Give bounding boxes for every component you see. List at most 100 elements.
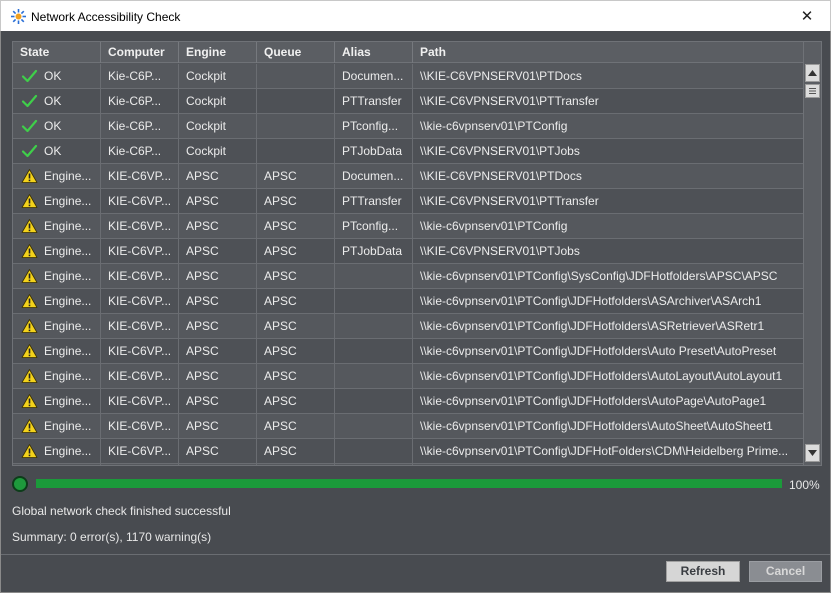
- cell-queue: [257, 89, 335, 113]
- arrow-down-icon: [808, 450, 817, 456]
- cell-computer: KIE-C6VP...: [101, 364, 179, 388]
- column-header-state[interactable]: State: [13, 42, 101, 63]
- cell-state: Engine...: [13, 189, 101, 213]
- cell-queue: APSC: [257, 364, 335, 388]
- cell-path: \\kie-c6vpnserv01\PTConfig\JDFHotfolders…: [420, 294, 762, 308]
- warning-icon: [21, 268, 38, 283]
- cell-state: Engine...: [13, 364, 101, 388]
- cell-engine: APSC: [179, 214, 257, 238]
- warning-icon: [21, 243, 38, 258]
- cell-computer: KIE-C6VP...: [101, 414, 179, 438]
- cell-engine: [179, 464, 257, 465]
- cell-computer: KIE-C6VP...: [101, 264, 179, 288]
- scroll-up-button[interactable]: [805, 64, 820, 82]
- table-row[interactable]: Engine... KIE-C6VP... APSC APSC PTJobData \\K…: [13, 239, 803, 264]
- cell-computer: Kie-C6P...: [101, 89, 179, 113]
- cell-computer: KIE-C6VP...: [101, 314, 179, 338]
- cell-alias: [335, 464, 413, 465]
- vertical-scrollbar[interactable]: [803, 42, 821, 465]
- table-row[interactable]: Engine... KIE-C6VP... APSC APSC \\kie-c6vpns…: [13, 314, 803, 339]
- cell-queue: [257, 114, 335, 138]
- table-row[interactable]: OK Kie-C6P... Cockpit PTJobData \\KIE-C6VPNS…: [13, 139, 803, 164]
- table-row[interactable]: Engine... KIE-C6VP... APSC APSC \\kie-c6vpns…: [13, 289, 803, 314]
- warning-icon: [21, 393, 38, 408]
- table-row[interactable]: Engine... KIE-C6VP... APSC APSC PTconfig... \…: [13, 214, 803, 239]
- column-header-queue[interactable]: Queue: [257, 42, 335, 63]
- status-message: Global network check finished successful: [12, 504, 231, 518]
- table-row[interactable]: Engine... KIE-C6VP... APSC APSC \\kie-c6vpns…: [13, 264, 803, 289]
- state-label: Engine...: [44, 269, 92, 283]
- table-row[interactable]: OK Kie-C6P... Cockpit PTTransfer \\KIE-C6VPN…: [13, 89, 803, 114]
- cell-queue: APSC: [257, 414, 335, 438]
- cell-queue: [257, 64, 335, 88]
- cell-alias: [335, 314, 413, 338]
- cell-engine: APSC: [179, 264, 257, 288]
- table-row[interactable]: [13, 464, 803, 465]
- cell-path: \\KIE-C6VPNSERV01\PTDocs: [420, 69, 582, 83]
- table-body: OK Kie-C6P... Cockpit Documen... \\KIE-C6VPN…: [13, 64, 803, 465]
- column-header-path[interactable]: Path: [413, 42, 803, 63]
- cell-state: Engine...: [13, 439, 101, 463]
- cell-state: Engine...: [13, 389, 101, 413]
- cell-path: \\kie-c6vpnserv01\PTConfig\JDFHotfolders…: [420, 319, 765, 333]
- title-bar: Network Accessibility Check ✕: [0, 0, 831, 31]
- column-header-alias[interactable]: Alias: [335, 42, 413, 63]
- cell-path: \\KIE-C6VPNSERV01\PTTransfer: [420, 94, 599, 108]
- scroll-down-button[interactable]: [805, 444, 820, 462]
- cell-computer: Kie-C6P...: [101, 64, 179, 88]
- table-row[interactable]: Engine... KIE-C6VP... APSC APSC PTTransfer \\…: [13, 189, 803, 214]
- cell-queue: APSC: [257, 164, 335, 188]
- refresh-button[interactable]: Refresh: [666, 561, 740, 582]
- cell-alias: PTJobData: [335, 239, 413, 263]
- cell-computer: KIE-C6VP...: [101, 214, 179, 238]
- cell-computer: KIE-C6VP...: [101, 439, 179, 463]
- table-row[interactable]: OK Kie-C6P... Cockpit Documen... \\KIE-C6VPN…: [13, 64, 803, 89]
- column-header-engine[interactable]: Engine: [179, 42, 257, 63]
- cell-engine: APSC: [179, 289, 257, 313]
- cell-computer: Kie-C6P...: [101, 114, 179, 138]
- cell-alias: PTconfig...: [335, 214, 413, 238]
- column-header-computer[interactable]: Computer: [101, 42, 179, 63]
- cell-computer: Kie-C6P...: [101, 139, 179, 163]
- warning-icon: [21, 218, 38, 233]
- table-row[interactable]: Engine... KIE-C6VP... APSC APSC \\kie-c6vpns…: [13, 414, 803, 439]
- warning-icon: [21, 418, 38, 433]
- cell-state: [13, 464, 101, 465]
- table-row[interactable]: Engine... KIE-C6VP... APSC APSC \\kie-c6vpns…: [13, 389, 803, 414]
- table-row[interactable]: Engine... KIE-C6VP... APSC APSC \\kie-c6vpns…: [13, 339, 803, 364]
- cell-queue: APSC: [257, 339, 335, 363]
- cell-path: \\KIE-C6VPNSERV01\PTTransfer: [420, 194, 599, 208]
- cell-path: \\kie-c6vpnserv01\PTConfig\JDFHotFolders…: [420, 444, 789, 458]
- table-row[interactable]: OK Kie-C6P... Cockpit PTconfig... \\kie-c6vp…: [13, 114, 803, 139]
- scroll-thumb[interactable]: [805, 84, 820, 98]
- window-title: Network Accessibility Check: [31, 10, 181, 24]
- cell-alias: PTTransfer: [335, 189, 413, 213]
- cell-alias: Documen...: [335, 64, 413, 88]
- cell-queue: APSC: [257, 439, 335, 463]
- summary-text: Summary: 0 error(s), 1170 warning(s): [12, 530, 212, 544]
- warning-icon: [21, 368, 38, 383]
- cell-state: Engine...: [13, 164, 101, 188]
- table-header: State Computer Engine Queue Alias Path: [13, 42, 803, 63]
- footer-divider: [1, 554, 830, 555]
- cell-path: \\kie-c6vpnserv01\PTConfig\SysConfig\JDF…: [420, 269, 778, 283]
- table-row[interactable]: Engine... KIE-C6VP... APSC APSC \\kie-c6vpns…: [13, 439, 803, 464]
- cell-queue: APSC: [257, 189, 335, 213]
- state-label: Engine...: [44, 244, 92, 258]
- cell-alias: PTconfig...: [335, 114, 413, 138]
- cell-alias: [335, 264, 413, 288]
- cell-engine: APSC: [179, 239, 257, 263]
- state-label: Engine...: [44, 219, 92, 233]
- close-icon[interactable]: ✕: [784, 1, 830, 31]
- state-label: Engine...: [44, 444, 92, 458]
- cell-engine: Cockpit: [179, 114, 257, 138]
- table-row[interactable]: Engine... KIE-C6VP... APSC APSC \\kie-c6vpns…: [13, 364, 803, 389]
- state-label: Engine...: [44, 394, 92, 408]
- cancel-button[interactable]: Cancel: [749, 561, 822, 582]
- table-row[interactable]: Engine... KIE-C6VP... APSC APSC Documen... \\…: [13, 164, 803, 189]
- cell-computer: KIE-C6VP...: [101, 339, 179, 363]
- cell-engine: Cockpit: [179, 64, 257, 88]
- cell-alias: [335, 289, 413, 313]
- cell-queue: APSC: [257, 239, 335, 263]
- state-label: Engine...: [44, 169, 92, 183]
